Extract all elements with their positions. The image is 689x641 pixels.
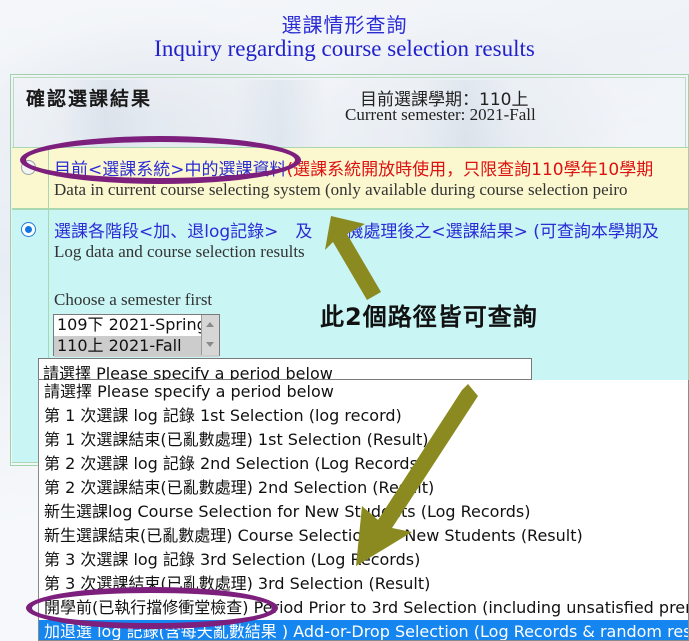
annotation-arrow-up-left <box>325 216 381 300</box>
semester-scrollbar[interactable] <box>201 315 219 355</box>
section-title: 確認選課結果 <box>26 88 153 110</box>
annotation-note-both-paths: 此2個路徑皆可查詢 <box>320 303 538 331</box>
page-title-en: Inquiry regarding course selection resul… <box>154 36 535 61</box>
option-2-line-en: Log data and course selection results <box>54 242 305 261</box>
page-title-zh: 選課情形查詢 <box>281 13 408 37</box>
semester-option-1[interactable]: 110上 2021-Fall <box>54 336 219 357</box>
annotation-arrow-down-left <box>356 384 478 566</box>
semester-option-0[interactable]: 109下 2021-Spring <box>54 315 219 336</box>
semester-listbox[interactable]: 109下 2021-Spring 110上 2021-Fall <box>53 314 220 357</box>
triangle-up-icon[interactable] <box>202 315 219 335</box>
annotation-ellipse-selected-period <box>26 587 278 629</box>
period-select-box[interactable]: 請選擇 Please specify a period below <box>38 358 532 383</box>
option-1-note-zh: (選課系統開放時使用，只限查詢110學年10學期 <box>286 160 654 180</box>
choose-semester-label: Choose a semester first <box>54 290 213 309</box>
annotation-ellipse-option-1 <box>20 136 301 184</box>
current-semester-en: Current semester: 2021-Fall <box>345 105 536 124</box>
triangle-down-icon[interactable] <box>202 335 219 355</box>
radio-log-and-results[interactable] <box>21 222 36 237</box>
